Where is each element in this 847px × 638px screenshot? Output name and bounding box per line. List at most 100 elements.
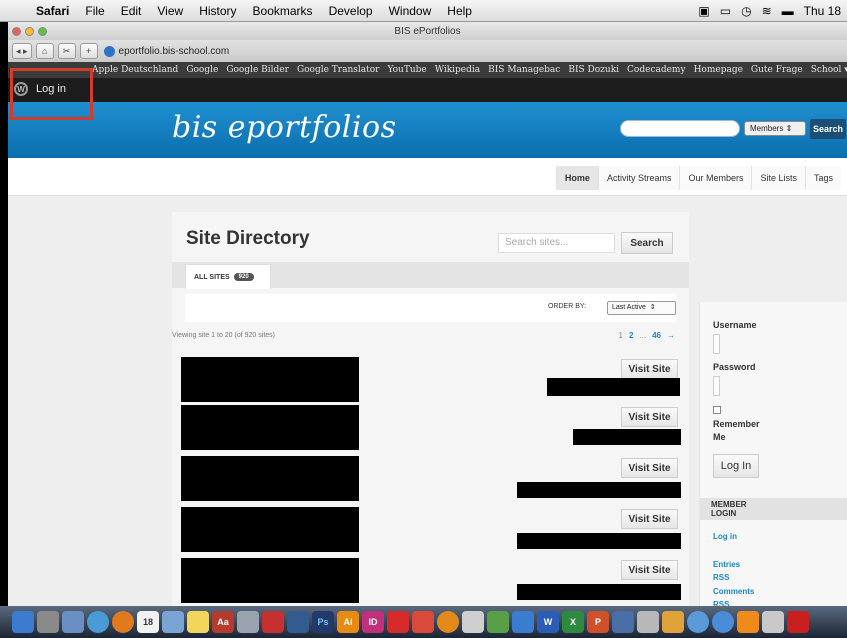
app-icon[interactable] — [437, 611, 459, 633]
app-icon[interactable] — [462, 611, 484, 633]
page-link[interactable]: 2 — [629, 331, 633, 340]
safari-icon[interactable] — [87, 611, 109, 633]
wifi-icon[interactable]: ≋ — [762, 4, 772, 18]
visit-site-button[interactable]: Visit Site — [621, 560, 678, 580]
illustrator-icon[interactable]: Ai — [337, 611, 359, 633]
menu-develop[interactable]: Develop — [321, 4, 381, 18]
bookmark-item[interactable]: BIS Dozuki — [568, 65, 619, 75]
password-field[interactable] — [713, 376, 720, 396]
menu-window[interactable]: Window — [381, 4, 440, 18]
reader-icon[interactable]: ✂ — [57, 43, 76, 59]
system-prefs-icon[interactable] — [37, 611, 59, 633]
page-link[interactable]: 1 — [619, 331, 623, 340]
bookmark-item[interactable]: Codecademy — [627, 65, 686, 75]
nav-our-members[interactable]: Our Members — [679, 166, 752, 190]
directory-search-input[interactable]: Search sites... — [498, 233, 615, 253]
next-page-link[interactable]: → — [667, 331, 675, 340]
bookmark-item[interactable]: Google Translator — [297, 65, 380, 75]
dictionary-icon[interactable]: Aa — [212, 611, 234, 633]
admin-login-label[interactable]: Log in — [36, 83, 66, 95]
bookmark-item[interactable]: Gute Frage — [751, 65, 803, 75]
tab-all-sites[interactable]: ALL SITES 920 — [185, 264, 271, 289]
login-button[interactable]: Log In — [713, 454, 759, 478]
nav-tags[interactable]: Tags — [804, 166, 841, 190]
visit-site-button[interactable]: Visit Site — [621, 458, 678, 478]
menu-history[interactable]: History — [191, 4, 244, 18]
visit-site-button[interactable]: Visit Site — [621, 407, 678, 427]
book-icon[interactable] — [262, 611, 284, 633]
bookmark-item[interactable]: YouTube — [387, 65, 426, 75]
bookmark-item[interactable]: Homepage — [694, 65, 743, 75]
header-search-button[interactable]: Search — [810, 119, 846, 139]
acrobat-icon[interactable] — [787, 611, 809, 633]
sidebar-link-login[interactable]: Log in — [713, 530, 737, 543]
calendar-icon[interactable]: 18 — [137, 611, 159, 633]
excel-icon[interactable]: X — [562, 611, 584, 633]
visit-site-button[interactable]: Visit Site — [621, 509, 678, 529]
app-icon[interactable] — [387, 611, 409, 633]
app-icon[interactable] — [637, 611, 659, 633]
menu-view[interactable]: View — [149, 4, 191, 18]
address-url[interactable]: eportfolio.bis-school.com — [119, 46, 230, 57]
word-icon[interactable]: W — [537, 611, 559, 633]
nav-home[interactable]: Home — [555, 166, 598, 190]
home-icon[interactable]: ⌂ — [35, 43, 54, 59]
status-app-icon[interactable]: ▣ — [698, 4, 709, 18]
site-logo[interactable]: bis eportfolios — [172, 110, 396, 145]
bookmark-item[interactable]: Apple Deutschland — [92, 65, 178, 75]
app-icon[interactable] — [762, 611, 784, 633]
notes-icon[interactable] — [187, 611, 209, 633]
clock[interactable]: Thu 18 — [804, 4, 841, 18]
order-select[interactable]: Last Active ⇕ — [607, 301, 676, 315]
address-bar[interactable]: eportfolio.bis-school.com — [102, 43, 230, 59]
sidebar-link-entries-rss[interactable]: Entries RSS — [713, 558, 753, 584]
page-ellipsis: ... — [639, 331, 647, 340]
app-icon[interactable] — [487, 611, 509, 633]
powerpoint-icon[interactable]: P — [587, 611, 609, 633]
menu-file[interactable]: File — [77, 4, 112, 18]
app-icon[interactable] — [612, 611, 634, 633]
app-icon[interactable] — [712, 611, 734, 633]
bookmark-item[interactable]: Wikipedia — [435, 65, 480, 75]
remember-me-label: Remember Me — [713, 419, 760, 442]
photo-icon[interactable] — [62, 611, 84, 633]
menu-bookmarks[interactable]: Bookmarks — [245, 4, 321, 18]
bookmark-item[interactable]: Google Bilder — [226, 65, 289, 75]
music-icon[interactable] — [687, 611, 709, 633]
vlc-icon[interactable] — [737, 611, 759, 633]
bookmark-item[interactable]: BIS Managebac — [488, 65, 560, 75]
menu-help[interactable]: Help — [439, 4, 480, 18]
remember-me-checkbox[interactable] — [713, 406, 721, 414]
app-icon[interactable] — [512, 611, 534, 633]
page-link[interactable]: 46 — [652, 331, 661, 340]
visit-site-button[interactable]: Visit Site — [621, 359, 678, 379]
admin-login-link[interactable]: W Log in — [14, 82, 66, 96]
nav-site-lists[interactable]: Site Lists — [751, 166, 805, 190]
header-search-input[interactable] — [620, 120, 740, 137]
firefox-icon[interactable] — [112, 611, 134, 633]
bookmark-item[interactable]: School ▾ — [811, 65, 847, 75]
photoshop-icon[interactable]: Ps — [312, 611, 334, 633]
finder-icon[interactable] — [12, 611, 34, 633]
calculator-icon[interactable] — [237, 611, 259, 633]
flag-icon[interactable]: ▬ — [782, 4, 794, 18]
indesign-icon[interactable]: ID — [362, 611, 384, 633]
header-search-select[interactable]: Members ⇕ — [744, 121, 806, 136]
page-title: Site Directory — [186, 228, 310, 249]
menu-edit[interactable]: Edit — [113, 4, 150, 18]
app-icon[interactable] — [412, 611, 434, 633]
time-machine-icon[interactable]: ◷ — [741, 4, 751, 18]
bookmark-item[interactable]: Google — [186, 65, 218, 75]
nav-activity-streams[interactable]: Activity Streams — [597, 166, 680, 190]
airplay-icon[interactable]: ▭ — [720, 4, 731, 18]
menu-app-safari[interactable]: Safari — [28, 4, 77, 18]
preview-icon[interactable] — [162, 611, 184, 633]
back-forward-icon[interactable]: ◂ ▸ — [12, 43, 32, 59]
directory-search-button[interactable]: Search — [621, 232, 673, 254]
username-field[interactable] — [713, 334, 720, 354]
guitar-icon[interactable] — [662, 611, 684, 633]
redacted-site-info — [547, 378, 680, 396]
redacted-site-name — [181, 357, 359, 402]
itunes-icon[interactable] — [287, 611, 309, 633]
add-bookmark-icon[interactable]: + — [79, 43, 98, 59]
